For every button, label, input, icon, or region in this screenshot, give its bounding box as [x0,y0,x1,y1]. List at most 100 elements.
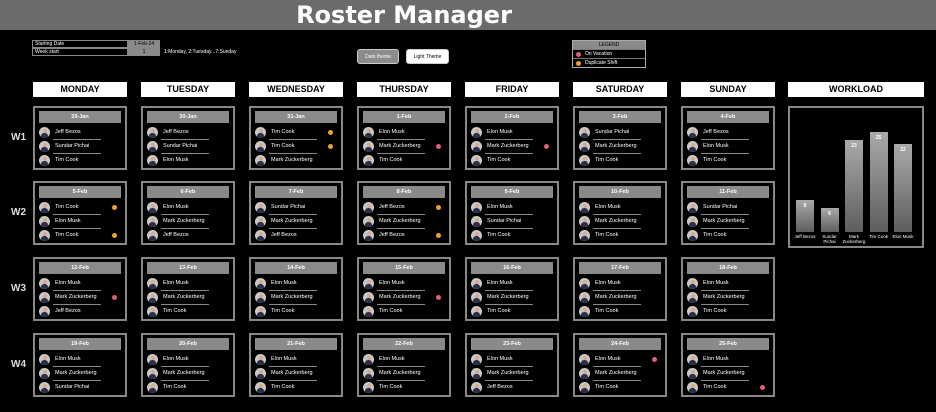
assignment-row[interactable]: Jeff Bezos [147,229,229,242]
assignment-row[interactable]: Mark Zuckerberg [39,291,121,305]
assignment-row[interactable]: Mark Zuckerberg [579,291,661,305]
assignment-row[interactable]: Elon Musk [39,215,121,229]
assignment-row[interactable]: Tim Cook [39,229,121,242]
assignment-row[interactable]: Tim Cook [687,381,769,394]
assignment-row[interactable]: Jeff Bezos [255,229,337,242]
roster-cell[interactable]: 22-Feb Elon Musk Mark Zuckerberg Tim Cook [357,333,451,397]
assignment-row[interactable]: Mark Zuckerberg [579,215,661,229]
assignment-row[interactable]: Sundar Pichai [39,140,121,154]
roster-cell[interactable]: 9-Feb Elon Musk Sundar Pichai Tim Cook [465,181,559,245]
assignment-row[interactable]: Tim Cook [471,305,553,318]
assignment-row[interactable]: Elon Musk [147,154,229,167]
assignment-row[interactable]: Mark Zuckerberg [687,367,769,381]
assignment-row[interactable]: Mark Zuckerberg [255,291,337,305]
starting-date-input[interactable]: 1-Feb-24 [128,40,160,48]
assignment-row[interactable]: Mark Zuckerberg [471,291,553,305]
roster-cell[interactable]: 24-Feb Elon Musk Mark Zuckerberg Tim Cook [573,333,667,397]
roster-cell[interactable]: 13-Feb Elon Musk Mark Zuckerberg Tim Cook [141,257,235,321]
assignment-row[interactable]: Mark Zuckerberg [579,367,661,381]
assignment-row[interactable]: Mark Zuckerberg [363,291,445,305]
assignment-row[interactable]: Tim Cook [579,229,661,242]
assignment-row[interactable]: Elon Musk [363,126,445,140]
assignment-row[interactable]: Tim Cook [471,154,553,167]
assignment-row[interactable]: Sundar Pichai [39,381,121,394]
roster-cell[interactable]: 14-Feb Elon Musk Mark Zuckerberg Tim Cook [249,257,343,321]
assignment-row[interactable]: Tim Cook [39,154,121,167]
assignment-row[interactable]: Tim Cook [363,154,445,167]
roster-cell[interactable]: 29-Jan Jeff Bezos Sundar Pichai Tim Cook [33,106,127,170]
roster-cell[interactable]: 23-Feb Elon Musk Mark Zuckerberg Jeff Bezos [465,333,559,397]
assignment-row[interactable]: Mark Zuckerberg [363,215,445,229]
assignment-row[interactable]: Jeff Bezos [687,126,769,140]
assignment-row[interactable]: Tim Cook [147,381,229,394]
assignment-row[interactable]: Sundar Pichai [471,215,553,229]
roster-cell[interactable]: 10-Feb Elon Musk Mark Zuckerberg Tim Cook [573,181,667,245]
assignment-row[interactable]: Tim Cook [363,381,445,394]
roster-cell[interactable]: 31-Jan Tim Cook Tim Cook Mark Zuckerberg [249,106,343,170]
roster-cell[interactable]: 30-Jan Jeff Bezos Sundar Pichai Elon Musk [141,106,235,170]
dark-theme-button[interactable]: Dark theme [357,49,399,64]
roster-cell[interactable]: 16-Feb Elon Musk Mark Zuckerberg Tim Cook [465,257,559,321]
assignment-row[interactable]: Mark Zuckerberg [471,140,553,154]
assignment-row[interactable]: Tim Cook [687,305,769,318]
assignment-row[interactable]: Elon Musk [687,277,769,291]
assignment-row[interactable]: Jeff Bezos [39,126,121,140]
assignment-row[interactable]: Elon Musk [255,277,337,291]
roster-cell[interactable]: 19-Feb Elon Musk Mark Zuckerberg Sundar Pic… [33,333,127,397]
assignment-row[interactable]: Sundar Pichai [147,140,229,154]
assignment-row[interactable]: Tim Cook [687,229,769,242]
roster-cell[interactable]: 3-Feb Sundar Pichai Mark Zuckerberg Tim Coo… [573,106,667,170]
assignment-row[interactable]: Jeff Bezos [39,305,121,318]
roster-cell[interactable]: 25-Feb Elon Musk Mark Zuckerberg Tim Cook [681,333,775,397]
assignment-row[interactable]: Mark Zuckerberg [363,367,445,381]
assignment-row[interactable]: Elon Musk [471,277,553,291]
assignment-row[interactable]: Elon Musk [363,277,445,291]
assignment-row[interactable]: Mark Zuckerberg [39,367,121,381]
assignment-row[interactable]: Elon Musk [147,277,229,291]
assignment-row[interactable]: Sundar Pichai [687,201,769,215]
roster-cell[interactable]: 18-Feb Elon Musk Mark Zuckerberg Tim Cook [681,257,775,321]
assignment-row[interactable]: Tim Cook [687,154,769,167]
light-theme-button[interactable]: Light Theme [406,49,449,64]
roster-cell[interactable]: 7-Feb Sundar Pichai Mark Zuckerberg Jeff Be… [249,181,343,245]
assignment-row[interactable]: Elon Musk [579,277,661,291]
assignment-row[interactable]: Tim Cook [39,201,121,215]
assignment-row[interactable]: Tim Cook [471,229,553,242]
assignment-row[interactable]: Elon Musk [579,353,661,367]
assignment-row[interactable]: Mark Zuckerberg [687,291,769,305]
roster-cell[interactable]: 8-Feb Jeff Bezos Mark Zuckerberg Jeff Bezos [357,181,451,245]
roster-cell[interactable]: 21-Feb Elon Musk Mark Zuckerberg Tim Cook [249,333,343,397]
roster-cell[interactable]: 20-Feb Elon Musk Mark Zuckerberg Tim Cook [141,333,235,397]
roster-cell[interactable]: 5-Feb Tim Cook Elon Musk Tim Cook [33,181,127,245]
roster-cell[interactable]: 12-Feb Elon Musk Mark Zuckerberg Jeff Bezos [33,257,127,321]
assignment-row[interactable]: Mark Zuckerberg [147,291,229,305]
assignment-row[interactable]: Mark Zuckerberg [687,215,769,229]
assignment-row[interactable]: Mark Zuckerberg [147,367,229,381]
roster-cell[interactable]: 6-Feb Elon Musk Mark Zuckerberg Jeff Bezos [141,181,235,245]
assignment-row[interactable]: Tim Cook [255,381,337,394]
roster-cell[interactable]: 4-Feb Jeff Bezos Elon Musk Tim Cook [681,106,775,170]
roster-cell[interactable]: 17-Feb Elon Musk Mark Zuckerberg Tim Cook [573,257,667,321]
assignment-row[interactable]: Tim Cook [255,126,337,140]
assignment-row[interactable]: Tim Cook [579,381,661,394]
assignment-row[interactable]: Elon Musk [363,353,445,367]
assignment-row[interactable]: Sundar Pichai [255,201,337,215]
assignment-row[interactable]: Mark Zuckerberg [255,154,337,167]
roster-cell[interactable]: 2-Feb Elon Musk Mark Zuckerberg Tim Cook [465,106,559,170]
assignment-row[interactable]: Tim Cook [579,154,661,167]
assignment-row[interactable]: Mark Zuckerberg [147,215,229,229]
assignment-row[interactable]: Jeff Bezos [471,381,553,394]
assignment-row[interactable]: Elon Musk [579,201,661,215]
week-start-input[interactable]: 1 [128,48,160,56]
assignment-row[interactable]: Mark Zuckerberg [579,140,661,154]
assignment-row[interactable]: Sundar Pichai [579,126,661,140]
assignment-row[interactable]: Tim Cook [255,140,337,154]
assignment-row[interactable]: Elon Musk [255,353,337,367]
assignment-row[interactable]: Elon Musk [147,201,229,215]
assignment-row[interactable]: Elon Musk [471,353,553,367]
assignment-row[interactable]: Elon Musk [39,353,121,367]
roster-cell[interactable]: 15-Feb Elon Musk Mark Zuckerberg Tim Cook [357,257,451,321]
assignment-row[interactable]: Jeff Bezos [363,201,445,215]
assignment-row[interactable]: Jeff Bezos [147,126,229,140]
assignment-row[interactable]: Mark Zuckerberg [471,367,553,381]
